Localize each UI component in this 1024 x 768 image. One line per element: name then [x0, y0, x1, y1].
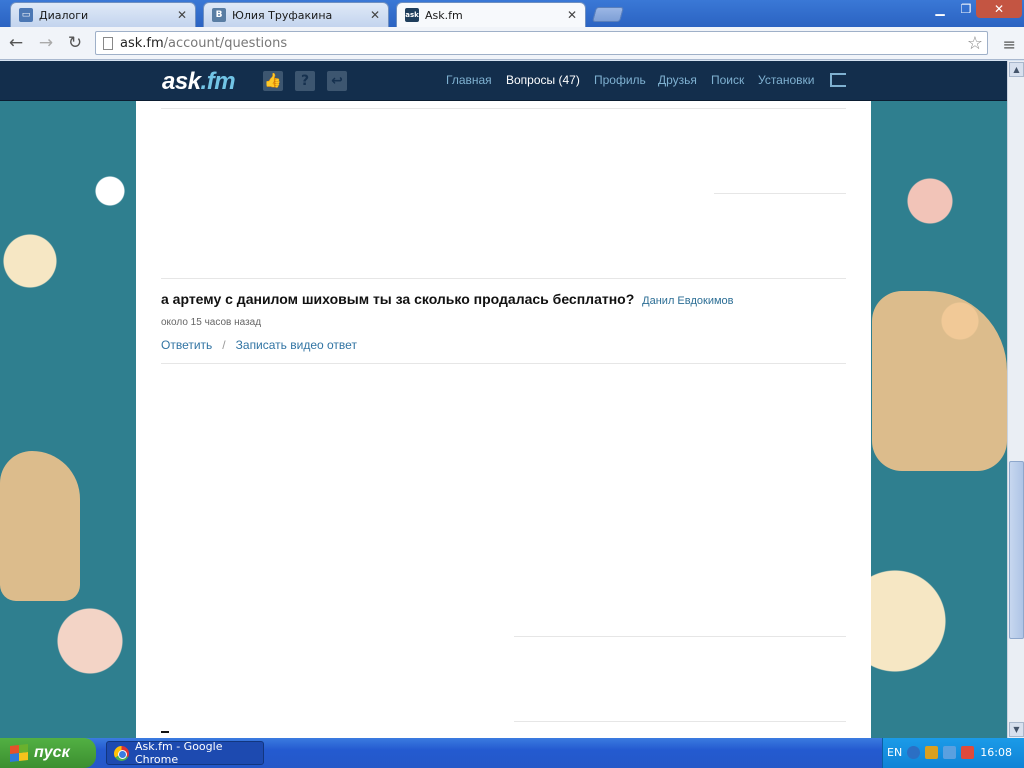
url-path: /account/questions [163, 35, 288, 51]
back-button[interactable]: ← [6, 33, 26, 53]
site-header: ask.fm 👍 ? ↩ Главная Вопросы (47) Профил… [0, 61, 1007, 101]
browser-tabstrip: ▭ Диалоги ✕ B Юлия Труфакина ✕ ask Ask.f… [0, 0, 1024, 27]
divider [161, 363, 846, 364]
background-deer-right [872, 291, 1007, 471]
browser-toolbar: ← → ↻ ask.fm/account/questions ☆ ≡ [0, 27, 1024, 60]
page-viewport: ask.fm 👍 ? ↩ Главная Вопросы (47) Профил… [0, 61, 1007, 738]
tab-vk[interactable]: B Юлия Труфакина ✕ [203, 2, 389, 27]
reply-link[interactable]: Ответить [161, 338, 212, 352]
volume-icon[interactable] [961, 746, 974, 759]
address-bar[interactable]: ask.fm/account/questions ☆ [95, 31, 988, 55]
askfm-logo[interactable]: ask.fm [162, 68, 236, 96]
close-icon[interactable]: ✕ [567, 8, 577, 22]
logout-icon[interactable] [830, 73, 846, 87]
scrollbar-thumb[interactable] [1009, 461, 1024, 639]
new-tab-button[interactable] [591, 7, 625, 22]
reload-button[interactable]: ↻ [65, 33, 85, 53]
scroll-down-icon[interactable]: ▼ [1009, 722, 1024, 737]
antivirus-icon[interactable] [925, 746, 938, 759]
taskbar-chrome-window[interactable]: Ask.fm - Google Chrome [106, 740, 264, 766]
start-label: пуск [34, 744, 70, 761]
url-host: ask.fm [120, 35, 164, 51]
close-icon[interactable]: ✕ [177, 8, 187, 22]
chrome-menu-icon[interactable]: ≡ [1003, 35, 1016, 54]
nav-settings[interactable]: Установки [758, 73, 814, 87]
network-icon[interactable] [943, 746, 956, 759]
tab-label: Юлия Труфакина [232, 8, 333, 22]
bookmark-star-icon[interactable]: ☆ [967, 33, 983, 54]
chat-icon: ▭ [19, 8, 33, 22]
divider [161, 108, 846, 109]
nav-home[interactable]: Главная [446, 73, 492, 87]
page-icon [103, 37, 113, 50]
actions-separator: / [222, 338, 226, 352]
reply-icon[interactable]: ↩ [327, 71, 347, 91]
video-reply-link[interactable]: Записать видео ответ [236, 338, 357, 352]
questions-panel: а артему с данилом шиховым ты за сколько… [136, 101, 871, 738]
nav-questions[interactable]: Вопросы (47) [506, 73, 580, 87]
nav-search[interactable]: Поиск [711, 73, 744, 87]
like-icon[interactable]: 👍 [263, 71, 283, 91]
tray-arrow-icon[interactable] [907, 746, 920, 759]
question-timestamp: около 15 часов назад [161, 317, 262, 328]
scroll-up-icon[interactable]: ▲ [1009, 62, 1024, 77]
question-item: а артему с данилом шиховым ты за сколько… [161, 291, 734, 307]
nav-profile[interactable]: Профиль [594, 73, 646, 87]
logo-text: ask [162, 68, 201, 95]
logo-suffix: .fm [200, 68, 236, 95]
forward-button[interactable]: → [36, 33, 56, 53]
tab-label: Диалоги [39, 8, 89, 22]
divider [714, 193, 846, 194]
askfm-icon: ask [405, 8, 419, 22]
question-icon[interactable]: ? [295, 71, 315, 91]
close-icon[interactable]: ✕ [370, 8, 380, 22]
tab-askfm[interactable]: ask Ask.fm ✕ [396, 2, 586, 27]
window-close-button[interactable]: ✕ [976, 0, 1022, 18]
question-actions: Ответить / Записать видео ответ [161, 338, 357, 352]
vk-icon: B [212, 8, 226, 22]
minimize-button[interactable]: ▁ [926, 0, 954, 18]
question-text: а артему с данилом шиховым ты за сколько… [161, 291, 635, 307]
chrome-icon [114, 746, 129, 761]
taskbar-window-label: Ask.fm - Google Chrome [135, 740, 223, 766]
divider [514, 721, 846, 722]
next-question-stub [161, 731, 169, 733]
nav-friends[interactable]: Друзья [658, 73, 697, 87]
windows-flag-icon [10, 744, 28, 762]
tab-dialogs[interactable]: ▭ Диалоги ✕ [10, 2, 196, 27]
windows-taskbar: пуск Ask.fm - Google Chrome EN 16:08 [0, 738, 1024, 768]
clock: 16:08 [980, 746, 1012, 759]
start-button[interactable]: пуск [0, 738, 96, 768]
language-indicator[interactable]: EN [887, 746, 902, 759]
tab-label: Ask.fm [425, 8, 463, 22]
question-asker-link[interactable]: Данил Евдокимов [642, 295, 733, 307]
divider [514, 636, 846, 637]
background-deer-left [0, 451, 80, 601]
divider [161, 278, 846, 279]
vertical-scrollbar[interactable]: ▲ ▼ [1007, 61, 1024, 738]
system-tray: EN 16:08 [882, 738, 1024, 768]
